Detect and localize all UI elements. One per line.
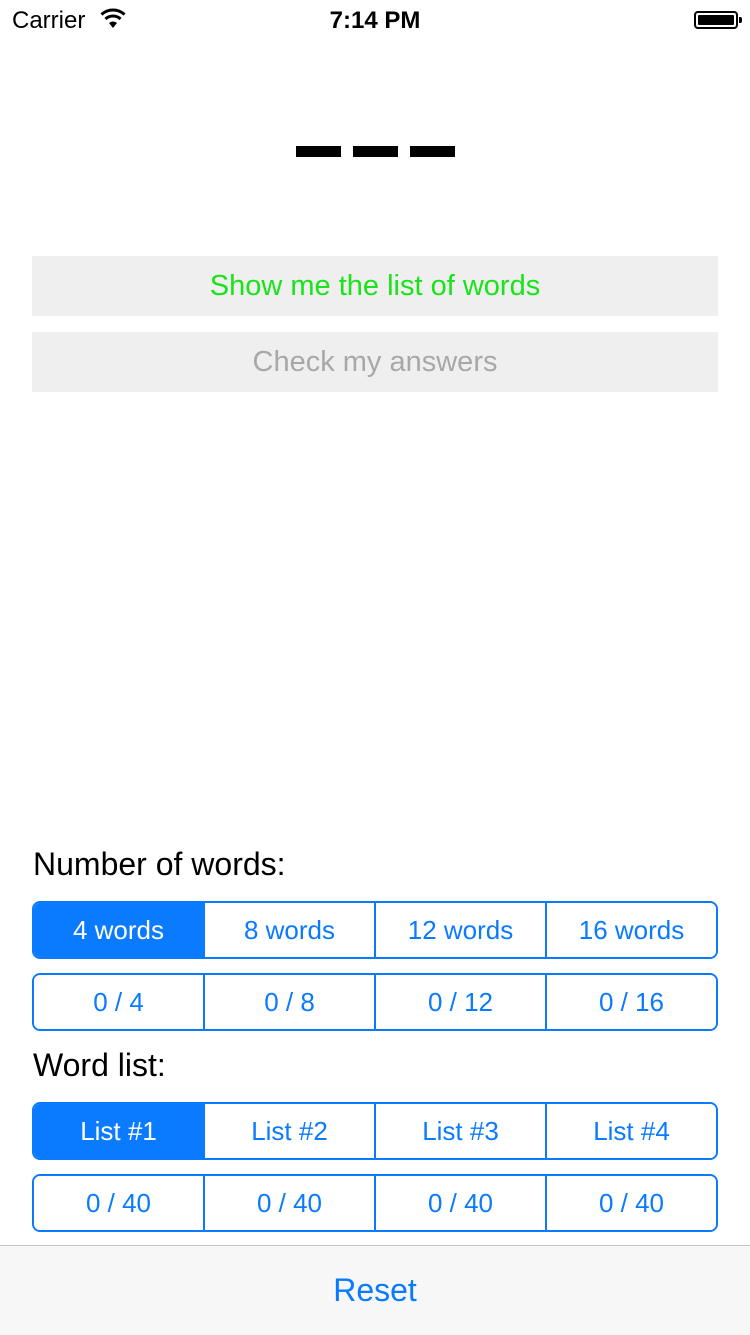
battery-nub bbox=[739, 17, 742, 23]
number-of-words-segmented-control[interactable]: 4 words 8 words 12 words 16 words bbox=[32, 901, 718, 959]
progress-4-words[interactable]: 0 / 4 bbox=[34, 975, 203, 1029]
segment-list-1[interactable]: List #1 bbox=[34, 1104, 203, 1158]
word-blank bbox=[409, 146, 455, 157]
check-answers-button[interactable]: Check my answers bbox=[32, 332, 718, 392]
battery-icon bbox=[694, 11, 742, 29]
word-blank bbox=[352, 146, 398, 157]
progress-16-words[interactable]: 0 / 16 bbox=[545, 975, 716, 1029]
reset-button[interactable]: Reset bbox=[0, 1246, 750, 1335]
segment-4-words[interactable]: 4 words bbox=[34, 903, 203, 957]
progress-12-words[interactable]: 0 / 12 bbox=[374, 975, 545, 1029]
bottom-toolbar: Reset bbox=[0, 1245, 750, 1335]
segment-list-2[interactable]: List #2 bbox=[203, 1104, 374, 1158]
progress-list-3[interactable]: 0 / 40 bbox=[374, 1176, 545, 1230]
progress-list-1[interactable]: 0 / 40 bbox=[34, 1176, 203, 1230]
progress-8-words[interactable]: 0 / 8 bbox=[203, 975, 374, 1029]
show-word-list-button[interactable]: Show me the list of words bbox=[32, 256, 718, 316]
segment-8-words[interactable]: 8 words bbox=[203, 903, 374, 957]
word-list-label: Word list: bbox=[33, 1047, 166, 1083]
battery-fill bbox=[698, 15, 734, 25]
progress-list-4[interactable]: 0 / 40 bbox=[545, 1176, 716, 1230]
word-blank bbox=[295, 146, 341, 157]
status-bar: Carrier 7:14 PM bbox=[0, 0, 750, 40]
segment-list-4[interactable]: List #4 bbox=[545, 1104, 716, 1158]
word-blanks bbox=[0, 146, 750, 158]
segment-16-words[interactable]: 16 words bbox=[545, 903, 716, 957]
segment-12-words[interactable]: 12 words bbox=[374, 903, 545, 957]
word-list-segmented-control[interactable]: List #1 List #2 List #3 List #4 bbox=[32, 1102, 718, 1160]
number-of-words-label: Number of words: bbox=[33, 846, 286, 882]
progress-list-2[interactable]: 0 / 40 bbox=[203, 1176, 374, 1230]
number-of-words-progress-control[interactable]: 0 / 4 0 / 8 0 / 12 0 / 16 bbox=[32, 973, 718, 1031]
status-time: 7:14 PM bbox=[329, 7, 421, 34]
segment-list-3[interactable]: List #3 bbox=[374, 1104, 545, 1158]
word-list-progress-control[interactable]: 0 / 40 0 / 40 0 / 40 0 / 40 bbox=[32, 1174, 718, 1232]
